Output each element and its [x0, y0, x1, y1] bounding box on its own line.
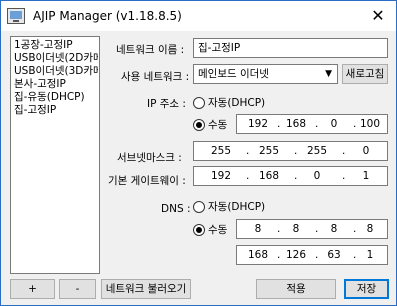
apply-button[interactable]: 적용 [256, 279, 336, 299]
ip-manual-radio-circle [193, 119, 205, 131]
subnet-label: 서브넷마스크 : [117, 152, 182, 164]
window-title: AJIP Manager (v1.18.8.5) [33, 9, 182, 23]
ip-octet: 0 [313, 170, 321, 182]
dns-primary-input[interactable]: 8 . 8 . 8 . 8 [236, 219, 388, 239]
network-name-input[interactable]: 집-고정IP [193, 38, 388, 58]
dns-auto-radio-label: 자동(DHCP) [208, 201, 266, 213]
ip-dot: . [277, 118, 281, 130]
ip-octet: 100 [359, 118, 381, 130]
list-item[interactable]: 집-고정IP [14, 104, 98, 117]
ip-dot: . [315, 118, 319, 130]
save-button[interactable]: 저장 [344, 279, 389, 299]
ip-octet: 8 [292, 223, 300, 235]
ip-dot: . [294, 145, 298, 157]
network-name-label: 네트워크 이름 : [116, 44, 185, 56]
app-window: AJIP Manager (v1.18.8.5) ✕ 1공장-고정IP USB이… [0, 0, 397, 306]
load-network-button[interactable]: 네트워크 불러오기 [101, 279, 191, 299]
ip-manual-radio[interactable]: 수동 [193, 118, 233, 132]
list-item[interactable]: 1공장-고정IP [14, 39, 98, 52]
ip-dot: . [277, 249, 281, 261]
ip-octet: 192 [210, 170, 232, 182]
remove-profile-button[interactable]: - [59, 279, 96, 299]
gateway-input[interactable]: 192 . 168 . 0 . 1 [193, 166, 388, 186]
adapter-select-value: 메인보드 이더넷 [198, 68, 269, 80]
ip-auto-radio-circle [193, 97, 205, 109]
ip-dot: . [277, 223, 281, 235]
ip-auto-radio[interactable]: 자동(DHCP) [193, 96, 273, 110]
ip-address-input[interactable]: 192 . 168 . 0 . 100 [236, 114, 388, 134]
ip-dot: . [342, 170, 346, 182]
ip-octet: 255 [306, 145, 328, 157]
ip-octet: 0 [362, 145, 370, 157]
dns-secondary-input[interactable]: 168 . 126 . 63 . 1 [236, 245, 388, 265]
ip-manual-radio-label: 수동 [208, 119, 228, 131]
list-item[interactable]: USB이더넷(2D카메라 [14, 52, 98, 65]
refresh-button[interactable]: 새로고침 [342, 64, 388, 84]
ip-octet: 63 [327, 249, 341, 261]
profile-list[interactable]: 1공장-고정IP USB이더넷(2D카메라 USB이더넷(3D카메라 본사-고정… [10, 36, 100, 274]
title-bar[interactable]: AJIP Manager (v1.18.8.5) ✕ [1, 1, 396, 31]
ip-octet: 8 [254, 223, 262, 235]
ip-octet: 0 [330, 118, 338, 130]
ip-label: IP 주소 : [147, 98, 186, 110]
ip-octet: 8 [366, 223, 374, 235]
ip-dot: . [315, 223, 319, 235]
ip-octet: 168 [258, 170, 280, 182]
ip-dot: . [294, 170, 298, 182]
list-item[interactable]: USB이더넷(3D카메라 [14, 65, 98, 78]
close-button[interactable]: ✕ [368, 6, 388, 26]
chevron-down-icon: ▼ [325, 69, 332, 79]
dns-manual-radio[interactable]: 수동 [193, 223, 233, 237]
list-item[interactable]: 집-유동(DHCP) [14, 91, 98, 104]
ip-octet: 192 [247, 118, 269, 130]
ip-dot: . [246, 145, 250, 157]
dns-auto-radio-circle [193, 201, 205, 213]
ip-octet: 126 [285, 249, 307, 261]
adapter-select[interactable]: 메인보드 이더넷 ▼ [193, 64, 338, 84]
ip-octet: 1 [362, 170, 370, 182]
ip-octet: 8 [330, 223, 338, 235]
ip-octet: 168 [247, 249, 269, 261]
ip-octet: 168 [285, 118, 307, 130]
ip-octet: 255 [210, 145, 232, 157]
list-item[interactable]: 본사-고정IP [14, 78, 98, 91]
dns-label: DNS : [161, 203, 191, 215]
dns-manual-radio-circle [193, 224, 205, 236]
add-profile-button[interactable]: + [10, 279, 55, 299]
ip-octet: 255 [258, 145, 280, 157]
subnet-mask-input[interactable]: 255 . 255 . 255 . 0 [193, 141, 388, 161]
adapter-label: 사용 네트워크 : [121, 71, 190, 83]
gateway-label: 기본 게이트웨이 : [108, 175, 186, 187]
dns-manual-radio-label: 수동 [208, 224, 228, 236]
dns-auto-radio[interactable]: 자동(DHCP) [193, 200, 273, 214]
ip-auto-radio-label: 자동(DHCP) [208, 97, 266, 109]
ip-dot: . [246, 170, 250, 182]
ip-dot: . [315, 249, 319, 261]
monitor-icon [7, 8, 25, 24]
ip-dot: . [342, 145, 346, 157]
ip-octet: 1 [366, 249, 374, 261]
